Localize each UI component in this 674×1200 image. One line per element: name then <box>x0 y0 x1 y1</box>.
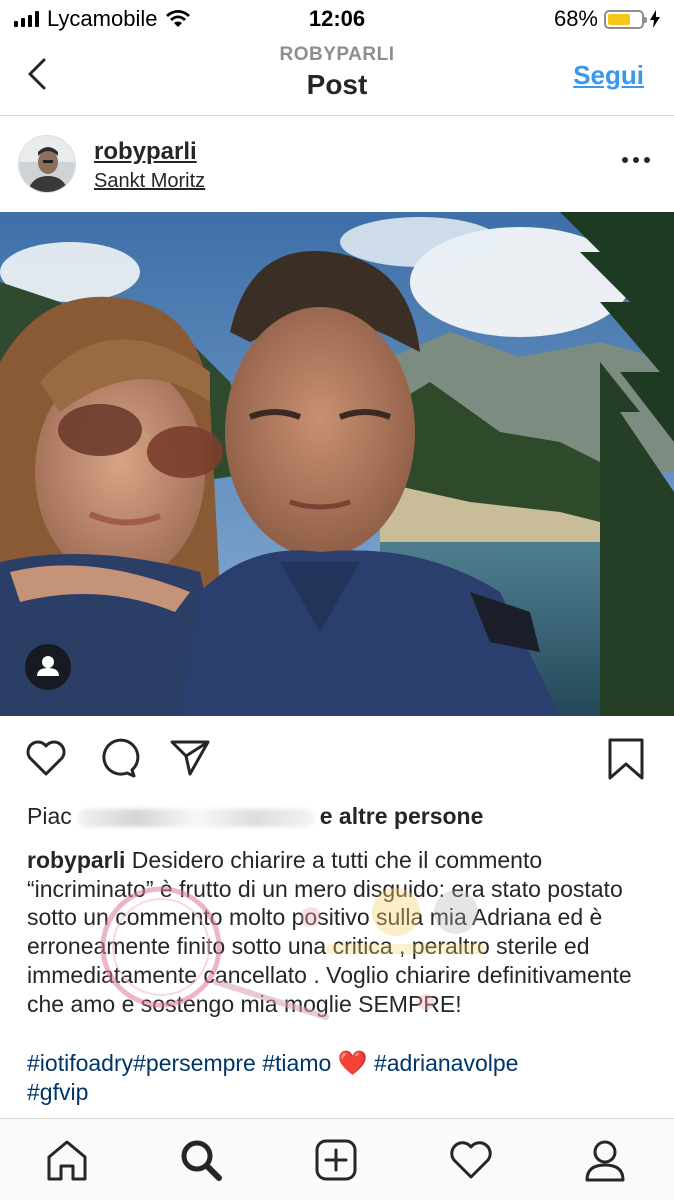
comment-icon <box>102 738 140 778</box>
likes-prefix: Piac <box>27 803 72 829</box>
post-username[interactable]: robyparli <box>94 138 197 166</box>
hashtag-gfvip[interactable]: #gfvip <box>27 1079 88 1105</box>
status-left: Lycamobile <box>14 6 191 32</box>
wifi-icon <box>166 10 191 27</box>
carrier-name: Lycamobile <box>47 6 158 31</box>
post-photo[interactable] <box>0 212 674 716</box>
post-actions <box>0 728 674 792</box>
battery-fill <box>608 13 630 25</box>
tab-new-post[interactable] <box>313 1137 359 1183</box>
likes-suffix: e altre persone <box>319 803 484 829</box>
new-post-icon <box>315 1139 357 1181</box>
post-location[interactable]: Sankt Moritz <box>94 170 205 193</box>
share-button[interactable] <box>168 736 212 785</box>
battery-icon <box>604 9 647 29</box>
status-right: 68% <box>554 6 660 32</box>
more-horizontal-icon <box>622 157 628 163</box>
bookmark-icon <box>608 738 644 780</box>
caption-username[interactable]: robyparli <box>27 847 125 873</box>
red-heart-emoji: ❤️ <box>337 1050 368 1077</box>
share-icon <box>170 740 210 776</box>
tab-home[interactable] <box>44 1137 90 1183</box>
post-header: robyparli Sankt Moritz <box>0 117 674 212</box>
more-options-button[interactable] <box>622 157 650 163</box>
comment-button[interactable] <box>96 736 140 785</box>
activity-heart-icon <box>450 1141 492 1179</box>
obscured-usernames <box>77 808 314 827</box>
charging-bolt-icon <box>650 10 660 28</box>
avatar[interactable] <box>18 135 76 193</box>
follow-button[interactable]: Segui <box>573 60 644 91</box>
post-hashtags: #iotifoadry#persempre #tiamo ❤️ #adriana… <box>27 1049 647 1107</box>
home-icon <box>47 1140 87 1181</box>
heart-icon <box>26 740 66 776</box>
tab-profile[interactable] <box>582 1137 628 1183</box>
navigation-header: ROBYPARLI Post Segui <box>0 38 674 116</box>
save-button[interactable] <box>604 736 648 787</box>
search-icon <box>181 1140 222 1181</box>
hashtag-adrianavolpe[interactable]: #adrianavolpe <box>368 1050 519 1076</box>
bottom-tab-bar <box>0 1118 674 1200</box>
profile-icon <box>585 1140 625 1182</box>
post-caption: robyparli Desidero chiarire a tutti che … <box>27 846 647 1018</box>
battery-percent: 68% <box>553 6 598 31</box>
avatar-image <box>19 136 75 192</box>
tab-search[interactable] <box>178 1137 224 1183</box>
likes-summary[interactable]: Piac e altre persone <box>27 803 483 830</box>
status-bar: Lycamobile 12:06 68% <box>0 0 674 38</box>
hashtag-line-1[interactable]: #iotifoadry#persempre #tiamo <box>27 1050 331 1076</box>
user-tag-icon <box>37 656 59 676</box>
tagged-people-button[interactable] <box>25 644 71 690</box>
like-button[interactable] <box>24 736 68 785</box>
post-image <box>0 212 674 716</box>
tab-activity[interactable] <box>448 1137 494 1183</box>
cellular-signal-icon <box>14 11 39 27</box>
